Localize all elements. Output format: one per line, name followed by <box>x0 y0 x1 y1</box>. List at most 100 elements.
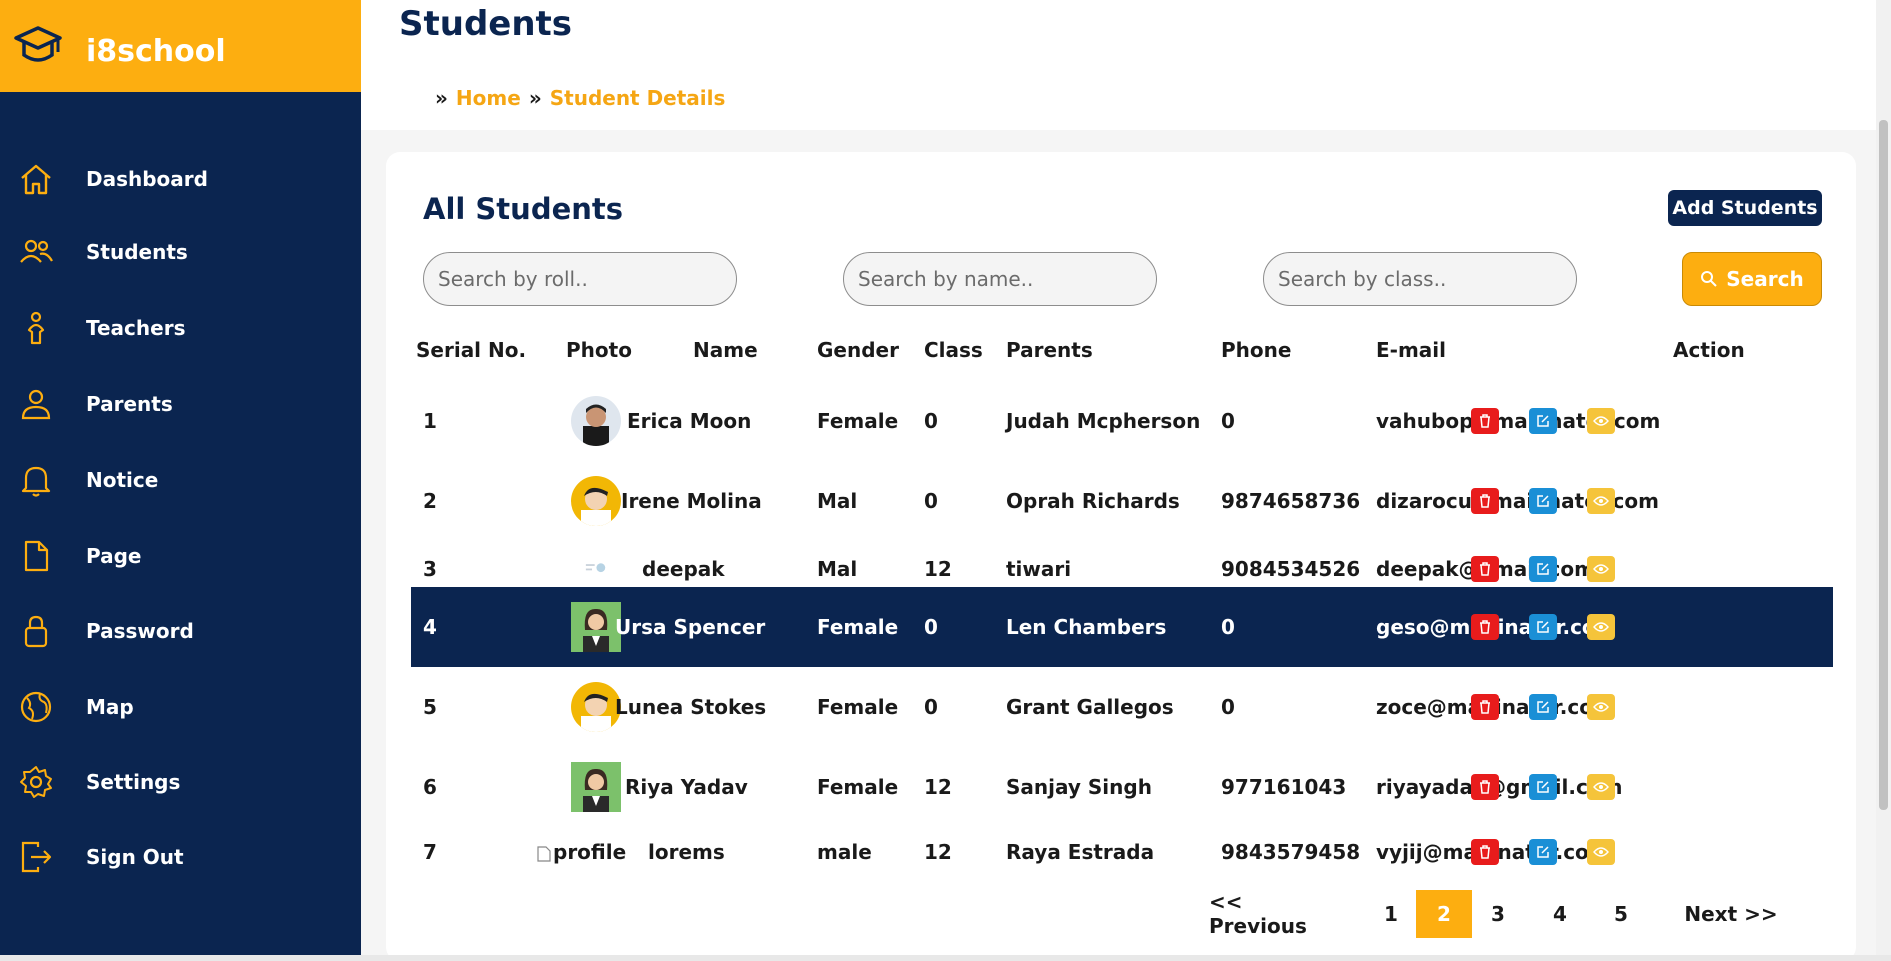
table-row[interactable]: 5 Lunea Stokes Female 0 Grant Gallegos 0… <box>411 667 1833 747</box>
search-button[interactable]: Search <box>1682 252 1822 306</box>
student-photo <box>571 762 621 812</box>
home-icon <box>21 164 51 195</box>
add-students-button[interactable]: Add Students <box>1668 190 1822 226</box>
table-header: Serial No. Photo Name Gender Class Paren… <box>386 338 1856 368</box>
scrollbar-thumb[interactable] <box>1879 120 1888 810</box>
edit-button[interactable] <box>1529 488 1557 514</box>
pagination-next[interactable]: Next >> <box>1676 890 1786 938</box>
delete-button[interactable] <box>1471 488 1499 514</box>
table-row[interactable]: 6 Riya Yadav Female 12 Sanjay Singh 9771… <box>411 747 1833 827</box>
cell-gender: Female <box>817 615 899 639</box>
photo-alt-text: profile <box>553 840 627 864</box>
bottom-edge <box>0 955 1891 961</box>
cell-gender: male <box>817 840 872 864</box>
search-roll-input[interactable] <box>423 252 737 306</box>
sidebar-item-password[interactable]: Password <box>0 601 361 661</box>
table-row[interactable]: 7 profile lorems male 12 Raya Estrada 98… <box>411 827 1833 877</box>
view-button[interactable] <box>1587 488 1615 514</box>
edit-button[interactable] <box>1529 694 1557 720</box>
cell-class: 12 <box>924 775 952 799</box>
sidebar-item-label: Parents <box>86 392 173 416</box>
edit-button[interactable] <box>1529 408 1557 434</box>
sidebar: i8school Dashboard Students Teachers Par… <box>0 0 361 961</box>
edit-button[interactable] <box>1529 839 1557 865</box>
column-header: Parents <box>1006 338 1093 362</box>
pagination-page-current[interactable]: 2 <box>1416 890 1472 938</box>
sidebar-item-dashboard[interactable]: Dashboard <box>0 149 361 209</box>
trash-icon <box>1480 700 1490 714</box>
cell-gender: Female <box>817 409 899 433</box>
column-header: Serial No. <box>416 338 527 362</box>
delete-button[interactable] <box>1471 614 1499 640</box>
sidebar-item-teachers[interactable]: Teachers <box>0 298 361 358</box>
brand-header[interactable]: i8school <box>0 0 361 92</box>
pagination-previous[interactable]: << Previous <box>1209 890 1339 938</box>
pagination-page[interactable]: 4 <box>1540 890 1580 938</box>
cell-serial: 3 <box>423 557 437 581</box>
view-button[interactable] <box>1587 614 1615 640</box>
sidebar-item-map[interactable]: Map <box>0 677 361 737</box>
edit-button[interactable] <box>1529 774 1557 800</box>
search-class-input[interactable] <box>1263 252 1577 306</box>
table-row[interactable]: 1 Erica Moon Female 0 Judah Mcpherson 0 … <box>411 381 1833 461</box>
trash-icon <box>1480 845 1490 859</box>
search-name-input[interactable] <box>843 252 1157 306</box>
pagination-page[interactable]: 5 <box>1601 890 1641 938</box>
sidebar-item-label: Settings <box>86 770 181 794</box>
broken-image-icon <box>537 845 551 862</box>
delete-button[interactable] <box>1471 694 1499 720</box>
cell-serial: 2 <box>423 489 437 513</box>
student-photo <box>571 682 621 732</box>
edit-button[interactable] <box>1529 614 1557 640</box>
cell-parents: Sanjay Singh <box>1006 775 1152 799</box>
table-row-selected[interactable]: 4 Ursa Spencer Female 0 Len Chambers 0 g… <box>411 587 1833 667</box>
column-header: Gender <box>817 338 899 362</box>
sidebar-item-sign-out[interactable]: Sign Out <box>0 827 361 887</box>
breadcrumb-current[interactable]: Student Details <box>550 86 726 110</box>
cell-class: 12 <box>924 557 952 581</box>
cell-serial: 4 <box>423 615 437 639</box>
edit-icon <box>1537 701 1549 713</box>
cell-parents: tiwari <box>1006 557 1072 581</box>
sidebar-item-settings[interactable]: Settings <box>0 752 361 812</box>
cell-name: Erica Moon <box>627 409 752 433</box>
column-header: Name <box>693 338 758 362</box>
edit-icon <box>1537 846 1549 858</box>
trash-icon <box>1480 620 1490 634</box>
edit-icon <box>1537 563 1549 575</box>
student-photo <box>571 602 621 652</box>
view-button[interactable] <box>1587 556 1615 582</box>
main-content: Students » Home » Student Details All St… <box>361 0 1891 961</box>
eye-icon <box>1593 496 1609 506</box>
table-row[interactable]: 2 Irene Molina Mal 0 Oprah Richards 9874… <box>411 461 1833 541</box>
cell-phone: 0 <box>1221 695 1235 719</box>
cell-serial: 6 <box>423 775 437 799</box>
edit-icon <box>1537 415 1549 427</box>
view-button[interactable] <box>1587 839 1615 865</box>
cell-class: 0 <box>924 695 938 719</box>
delete-button[interactable] <box>1471 774 1499 800</box>
eye-icon <box>1593 564 1609 574</box>
cell-parents: Len Chambers <box>1006 615 1167 639</box>
sidebar-item-students[interactable]: Students <box>0 222 361 282</box>
cell-name: Irene Molina <box>621 489 762 513</box>
view-button[interactable] <box>1587 408 1615 434</box>
globe-icon <box>20 691 52 723</box>
view-button[interactable] <box>1587 694 1615 720</box>
edit-icon <box>1537 495 1549 507</box>
pagination-page[interactable]: 1 <box>1376 890 1406 938</box>
edit-button[interactable] <box>1529 556 1557 582</box>
sidebar-item-notice[interactable]: Notice <box>0 450 361 510</box>
view-button[interactable] <box>1587 774 1615 800</box>
bell-icon <box>21 466 51 497</box>
sidebar-item-label: Dashboard <box>86 167 208 191</box>
user-icon <box>21 389 51 420</box>
pagination-page[interactable]: 3 <box>1478 890 1518 938</box>
breadcrumb-home[interactable]: Home <box>456 86 521 110</box>
delete-button[interactable] <box>1471 408 1499 434</box>
sidebar-item-page[interactable]: Page <box>0 526 361 586</box>
delete-button[interactable] <box>1471 839 1499 865</box>
page-scrollbar[interactable] <box>1876 0 1891 961</box>
delete-button[interactable] <box>1471 556 1499 582</box>
sidebar-item-parents[interactable]: Parents <box>0 374 361 434</box>
